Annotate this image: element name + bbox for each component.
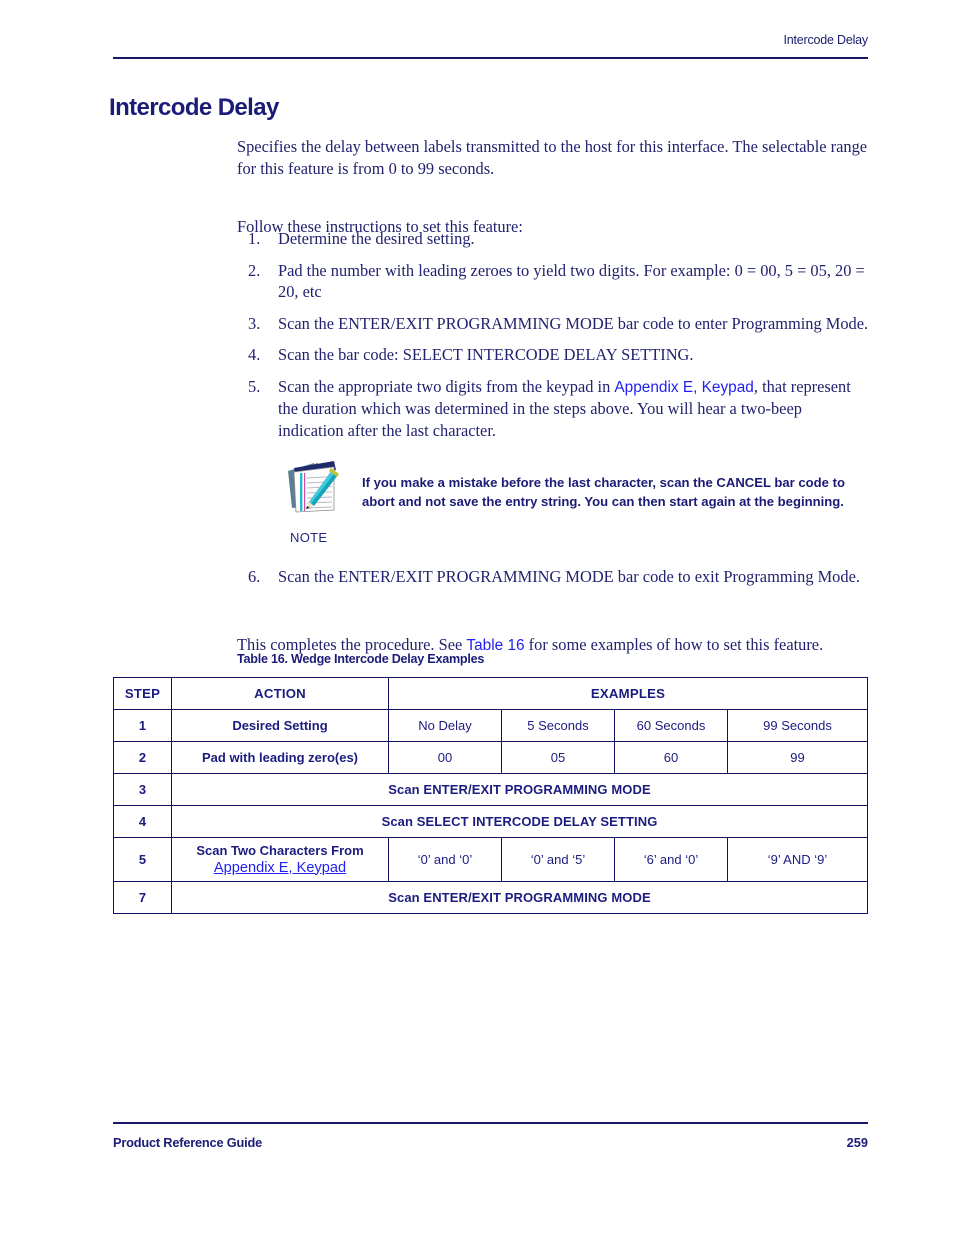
- cell-action-span: Scan SELECT INTERCODE DELAY SETTING: [171, 805, 868, 838]
- footer-rule: [113, 1122, 868, 1124]
- table-row: 5 Scan Two Characters From Appendix E, K…: [113, 837, 868, 882]
- header-rule: [113, 57, 868, 59]
- table-row: 1 Desired Setting No Delay 5 Seconds 60 …: [113, 709, 868, 742]
- cell-action: Scan Two Characters From Appendix E, Key…: [171, 837, 389, 882]
- table-row: 7 Scan ENTER/EXIT PROGRAMMING MODE: [113, 881, 868, 914]
- cell-example: 05: [501, 741, 615, 774]
- step-number: 1.: [248, 229, 261, 248]
- cell-example: 99: [727, 741, 868, 774]
- step-text: Scan the ENTER/EXIT PROGRAMMING MODE bar…: [278, 567, 860, 586]
- notepad-pencil-icon: [284, 458, 340, 516]
- document-page: Intercode Delay Intercode Delay Specifie…: [0, 0, 954, 1235]
- cell-example: 00: [388, 741, 502, 774]
- cell-step: 4: [113, 805, 172, 838]
- cell-example: ‘9’ AND ‘9’: [727, 837, 868, 882]
- running-header: Intercode Delay: [783, 33, 868, 47]
- step-text: Pad the number with leading zeroes to yi…: [278, 260, 865, 302]
- cell-step: 3: [113, 773, 172, 806]
- cell-action-label: Scan Two Characters From: [196, 842, 364, 858]
- cell-step: 2: [113, 741, 172, 774]
- closing-text-after: for some examples of how to set this fea…: [524, 635, 824, 655]
- step-text: Scan the bar code: SELECT INTERCODE DELA…: [278, 345, 694, 364]
- steps-list: 1. Determine the desired setting. 2. Pad…: [237, 228, 869, 451]
- cell-example: 60 Seconds: [614, 709, 728, 742]
- step-number: 3.: [248, 313, 261, 333]
- cell-action: Pad with leading zero(es): [171, 741, 389, 774]
- list-item: 3. Scan the ENTER/EXIT PROGRAMMING MODE …: [237, 313, 869, 335]
- step-text: Determine the desired setting.: [278, 229, 475, 248]
- cell-action-span: Scan ENTER/EXIT PROGRAMMING MODE: [171, 881, 868, 914]
- step-number: 2.: [248, 260, 261, 280]
- column-header-action: ACTION: [171, 677, 389, 710]
- note-label: NOTE: [290, 530, 328, 545]
- table-caption: Table 16. Wedge Intercode Delay Examples: [237, 652, 485, 666]
- page-title: Intercode Delay: [109, 94, 279, 122]
- cell-example: ‘0’ and ‘0’: [388, 837, 502, 882]
- cell-example: 5 Seconds: [501, 709, 615, 742]
- intro-paragraph: Specifies the delay between labels trans…: [237, 137, 868, 178]
- step-number: 4.: [248, 345, 261, 364]
- list-item: 4. Scan the bar code: SELECT INTERCODE D…: [237, 344, 869, 366]
- cell-example: 60: [614, 741, 728, 774]
- cell-example: ‘6’ and ‘0’: [614, 837, 728, 882]
- step-text: Scan the ENTER/EXIT PROGRAMMING MODE bar…: [278, 313, 869, 333]
- cell-example: 99 Seconds: [727, 709, 868, 742]
- step-number: 5.: [248, 376, 261, 396]
- appendix-e-keypad-link[interactable]: Appendix E, Keypad: [614, 379, 753, 396]
- step-number: 6.: [248, 567, 261, 586]
- cell-step: 5: [113, 837, 172, 882]
- table-row: 2 Pad with leading zero(es) 00 05 60 99: [113, 741, 868, 774]
- table-row: 4 Scan SELECT INTERCODE DELAY SETTING: [113, 805, 868, 838]
- list-item: 6. Scan the ENTER/EXIT PROGRAMMING MODE …: [237, 566, 910, 588]
- cell-example: ‘0’ and ‘5’: [501, 837, 615, 882]
- column-header-examples: EXAMPLES: [388, 677, 868, 710]
- cell-example: No Delay: [388, 709, 502, 742]
- list-item: 1. Determine the desired setting.: [237, 228, 869, 250]
- cell-step: 1: [113, 709, 172, 742]
- table-header-row: STEP ACTION EXAMPLES: [113, 677, 868, 710]
- cell-step: 7: [113, 881, 172, 914]
- list-item: 5. Scan the appropriate two digits from …: [237, 376, 869, 442]
- list-item: 2. Pad the number with leading zeroes to…: [237, 260, 869, 303]
- step-text-before: Scan the appropriate two digits from the…: [278, 376, 615, 396]
- table-row: 3 Scan ENTER/EXIT PROGRAMMING MODE: [113, 773, 868, 806]
- appendix-e-keypad-link[interactable]: Appendix E, Keypad: [172, 859, 388, 878]
- note-text: If you make a mistake before the last ch…: [362, 475, 845, 509]
- wedge-intercode-delay-examples-table: STEP ACTION EXAMPLES 1 Desired Setting N…: [113, 677, 868, 914]
- cell-action-span: Scan ENTER/EXIT PROGRAMMING MODE: [171, 773, 868, 806]
- cell-action: Desired Setting: [171, 709, 389, 742]
- column-header-step: STEP: [113, 677, 172, 710]
- footer-page-number: 259: [846, 1135, 868, 1150]
